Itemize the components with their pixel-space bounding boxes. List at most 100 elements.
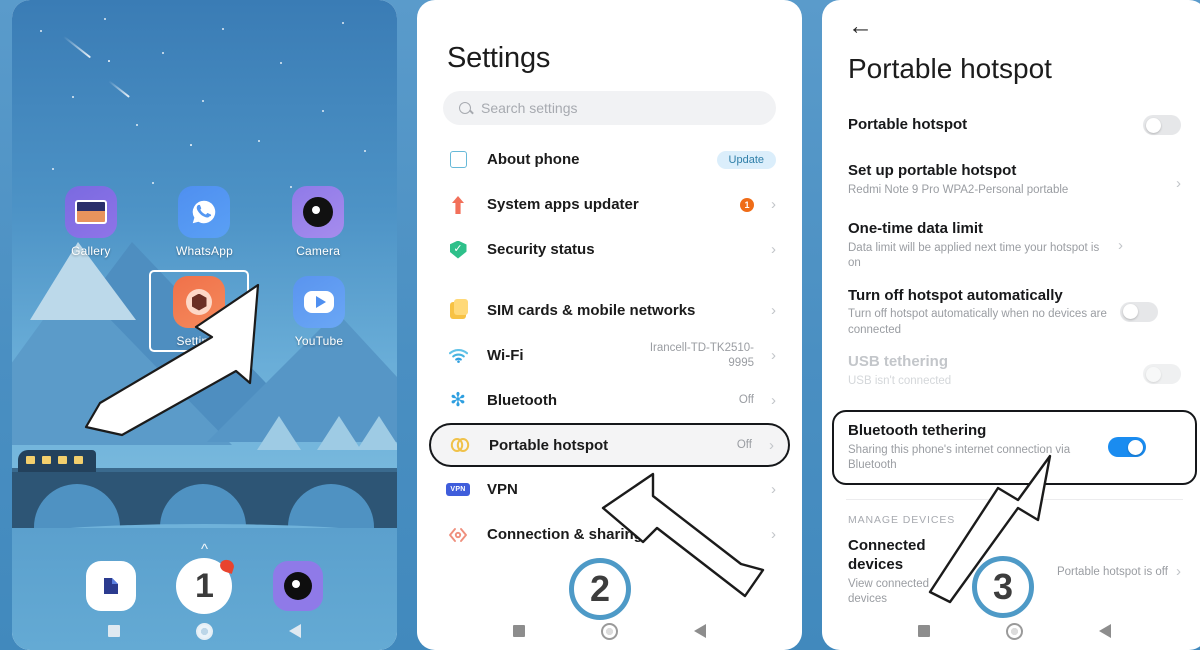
tutorial-screenshot: Gallery WhatsApp Camera Settings YouTube… bbox=[0, 0, 1200, 650]
bluetooth-icon: ✻ bbox=[450, 390, 466, 411]
row-label: About phone bbox=[487, 151, 580, 168]
home-icon[interactable] bbox=[1006, 622, 1023, 640]
app-drawer-hint[interactable]: ^ bbox=[201, 541, 208, 558]
row-subtitle: Redmi Note 9 Pro WPA2-Personal portable bbox=[848, 183, 1069, 196]
search-input[interactable]: Search settings bbox=[443, 91, 776, 125]
chevron-right-icon: › bbox=[1118, 236, 1123, 254]
chevron-right-icon: › bbox=[1176, 174, 1181, 192]
chevron-right-icon: › bbox=[771, 347, 776, 364]
app-camera[interactable]: Camera bbox=[270, 182, 366, 260]
chevron-right-icon: › bbox=[769, 436, 774, 454]
settings-row-about-phone[interactable]: About phone Update bbox=[417, 137, 802, 182]
usb-tethering-toggle bbox=[1143, 364, 1181, 385]
settings-row-sim-cards[interactable]: SIM cards & mobile networks › bbox=[417, 288, 802, 333]
back-arrow-icon[interactable]: ← bbox=[822, 0, 1200, 39]
recents-icon[interactable] bbox=[918, 625, 930, 637]
step-badge-3-label: 3 bbox=[992, 566, 1014, 607]
whatsapp-icon bbox=[178, 186, 231, 238]
step-badge-1-label: 1 bbox=[195, 566, 214, 605]
android-navbar-1 bbox=[12, 612, 397, 650]
home-icon[interactable] bbox=[196, 622, 213, 640]
row-subtitle: USB isn't connected bbox=[848, 374, 952, 387]
app-label: Camera bbox=[296, 244, 341, 258]
back-icon[interactable] bbox=[1099, 624, 1111, 638]
settings-row-security-status[interactable]: ✓ Security status › bbox=[417, 227, 802, 272]
row-label: Bluetooth bbox=[487, 392, 557, 409]
update-count-badge: 1 bbox=[740, 197, 754, 212]
settings-row-system-apps-updater[interactable]: System apps updater 1 › bbox=[417, 182, 802, 227]
security-icon: ✓ bbox=[443, 240, 473, 259]
row-label: Security status bbox=[487, 241, 595, 258]
row-subtitle: Data limit will be applied next time you… bbox=[848, 241, 1100, 270]
step-badge-2-label: 2 bbox=[589, 568, 611, 609]
page-title: Portable hotspot bbox=[848, 53, 1052, 84]
vpn-icon: VPN bbox=[443, 483, 473, 496]
step-badge-1: 1 bbox=[176, 558, 236, 614]
android-navbar-3 bbox=[822, 612, 1200, 650]
row-title: Set up portable hotspot bbox=[848, 162, 1017, 179]
hotspot-row-data-limit[interactable]: One-time data limit Data limit will be a… bbox=[822, 219, 1200, 272]
settings-row-portable-hotspot[interactable]: Portable hotspot Off › bbox=[429, 423, 790, 467]
search-icon bbox=[459, 102, 471, 114]
row-value: Off bbox=[738, 394, 754, 407]
portable-hotspot-screen: ← Portable hotspot Portable hotspot Set … bbox=[822, 0, 1200, 650]
gallery-icon bbox=[64, 186, 117, 238]
row-label: Portable hotspot bbox=[489, 436, 609, 454]
hotspot-row-setup[interactable]: Set up portable hotspot Redmi Note 9 Pro… bbox=[822, 161, 1200, 205]
bluetooth-tethering-toggle[interactable] bbox=[1108, 437, 1146, 458]
row-subtitle: Turn off hotspot automatically when no d… bbox=[848, 308, 1107, 336]
portable-hotspot-toggle[interactable] bbox=[1143, 115, 1181, 135]
settings-row-bluetooth[interactable]: ✻ Bluetooth Off › bbox=[417, 378, 802, 423]
row-label: System apps updater bbox=[487, 196, 639, 213]
hotspot-icon bbox=[445, 437, 475, 453]
page-title: Settings bbox=[447, 42, 551, 74]
app-label: Gallery bbox=[71, 244, 111, 258]
pointer-arrow-1 bbox=[84, 283, 260, 437]
phone-home-screen: Gallery WhatsApp Camera Settings YouTube… bbox=[12, 0, 397, 650]
chevron-right-icon: › bbox=[771, 392, 776, 409]
app-row-1: Gallery WhatsApp Camera bbox=[34, 182, 375, 260]
app-whatsapp[interactable]: WhatsApp bbox=[156, 182, 252, 260]
recents-icon[interactable] bbox=[513, 625, 525, 637]
back-icon[interactable] bbox=[694, 624, 706, 638]
row-title: Portable hotspot bbox=[848, 116, 968, 134]
row-title: USB tethering bbox=[848, 353, 949, 371]
connection-icon bbox=[443, 527, 473, 543]
back-icon[interactable] bbox=[289, 624, 301, 638]
row-label: SIM cards & mobile networks bbox=[487, 302, 696, 319]
hotspot-row-portable-hotspot[interactable]: Portable hotspot bbox=[822, 103, 1200, 147]
sim-card-icon bbox=[443, 299, 473, 319]
updater-icon bbox=[443, 195, 473, 214]
dock: 1 bbox=[12, 558, 397, 614]
recents-icon[interactable] bbox=[108, 625, 120, 637]
row-title: One-time data limit bbox=[848, 220, 984, 237]
chevron-right-icon: › bbox=[771, 241, 776, 258]
camera-icon bbox=[292, 186, 345, 238]
row-title: Bluetooth tethering bbox=[848, 422, 987, 440]
row-value: Off bbox=[736, 438, 752, 451]
hotspot-row-auto-off[interactable]: Turn off hotspot automatically Turn off … bbox=[822, 286, 1200, 339]
chevron-right-icon: › bbox=[771, 196, 776, 213]
row-title: Turn off hotspot automatically bbox=[848, 286, 1063, 304]
settings-row-wifi[interactable]: Wi-Fi Irancell-TD-TK2510-9995 › bbox=[417, 333, 802, 378]
notification-dot-icon bbox=[218, 558, 236, 574]
chevron-right-icon: › bbox=[1176, 563, 1181, 581]
step-badge-2: 2 bbox=[569, 558, 631, 620]
search-placeholder: Search settings bbox=[481, 100, 578, 116]
dock-app-3[interactable] bbox=[272, 561, 323, 611]
step-badge-3: 3 bbox=[972, 556, 1034, 618]
update-badge[interactable]: Update bbox=[716, 150, 776, 169]
row-label: Wi-Fi bbox=[487, 347, 524, 364]
auto-off-toggle[interactable] bbox=[1120, 301, 1158, 322]
app-gallery[interactable]: Gallery bbox=[43, 182, 139, 260]
settings-screen: Settings Search settings About phone Upd… bbox=[417, 0, 802, 650]
youtube-icon bbox=[293, 276, 345, 328]
app-label: WhatsApp bbox=[176, 244, 233, 258]
home-icon[interactable] bbox=[601, 622, 618, 640]
chevron-right-icon: › bbox=[771, 302, 776, 319]
hotspot-row-usb-tethering: USB tethering USB isn't connected bbox=[822, 352, 1200, 396]
about-phone-icon bbox=[443, 151, 473, 168]
dock-app-1[interactable] bbox=[86, 561, 137, 611]
wifi-icon bbox=[443, 348, 473, 363]
row-value: Irancell-TD-TK2510-9995 bbox=[649, 342, 754, 369]
